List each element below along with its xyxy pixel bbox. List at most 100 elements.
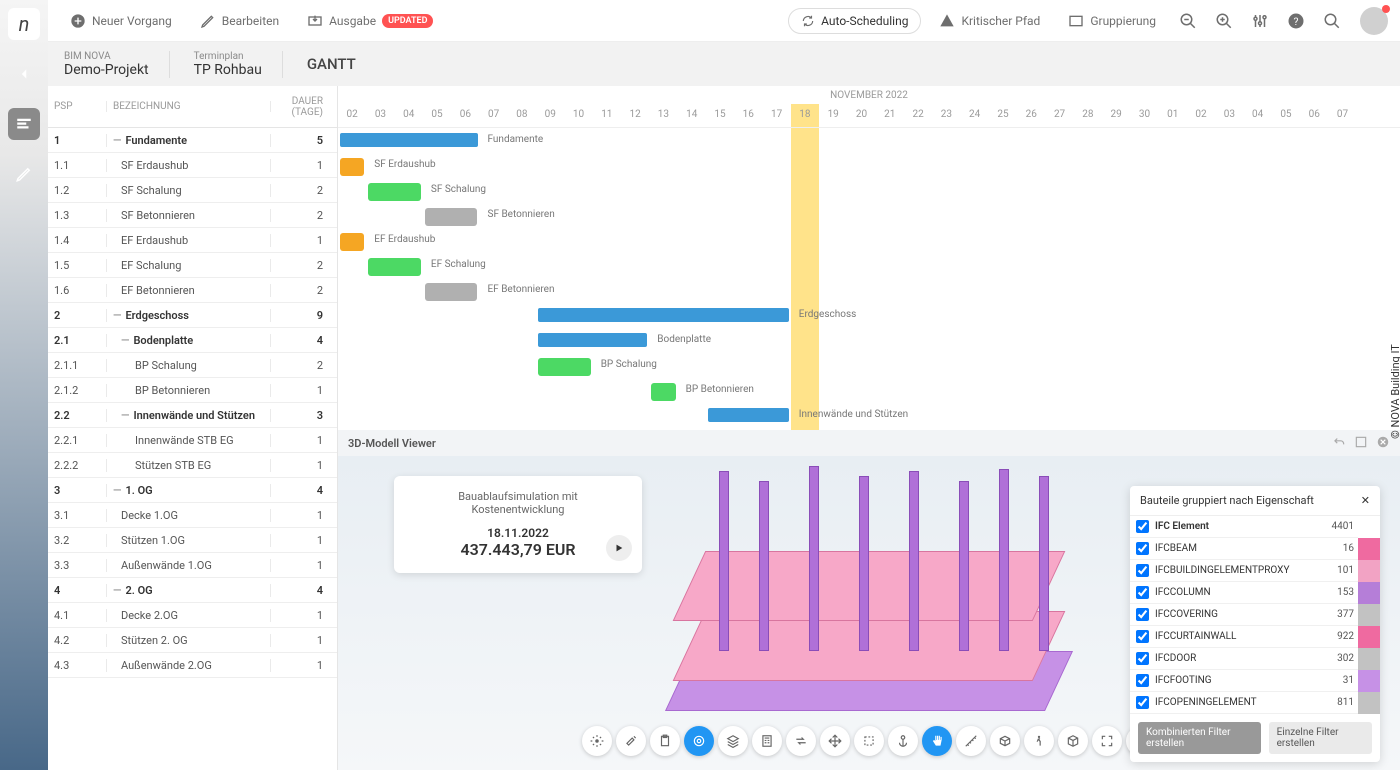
nav-edit[interactable] [8, 158, 40, 190]
app-logo[interactable]: n [8, 8, 40, 40]
help-icon[interactable]: ? [1282, 7, 1310, 35]
table-row[interactable]: 1—Fundamente5 [48, 128, 337, 153]
ifc-row[interactable]: IFCCOLUMN153 [1130, 582, 1380, 604]
zoom-out-icon[interactable] [1174, 7, 1202, 35]
table-row[interactable]: 3.3Außenwände 1.OG1 [48, 553, 337, 578]
gantt-bar[interactable] [368, 183, 421, 201]
nav-gantt[interactable] [8, 108, 40, 140]
ifc-row[interactable]: IFCCOVERING377 [1130, 604, 1380, 626]
table-row[interactable]: 3—1. OG4 [48, 478, 337, 503]
gantt-bar[interactable] [368, 258, 421, 276]
viewer-expand-icon[interactable] [1346, 435, 1368, 452]
settings-sliders-icon[interactable] [1246, 7, 1274, 35]
vt-hand-icon[interactable] [922, 726, 952, 756]
table-row[interactable]: 3.2Stützen 1.OG1 [48, 528, 337, 553]
table-row[interactable]: 1.2SF Schalung2 [48, 178, 337, 203]
viewer-close-icon[interactable] [1368, 435, 1390, 452]
gantt-chart[interactable]: NOVEMBER 2022 02030405060708091011121314… [338, 86, 1400, 430]
ifc-row[interactable]: IFC Element4401 [1130, 516, 1380, 538]
vt-move-icon[interactable] [820, 726, 850, 756]
ifc-single-filter-button[interactable]: Einzelne Filter erstellen [1269, 722, 1372, 754]
ifc-row[interactable]: IFCDOOR302 [1130, 648, 1380, 670]
ifc-row[interactable]: IFCOPENINGELEMENT811 [1130, 692, 1380, 714]
vt-walk-icon[interactable] [1024, 726, 1054, 756]
table-row[interactable]: 1.5EF Schalung2 [48, 253, 337, 278]
breadcrumb-plan[interactable]: Terminplan TP Rohbau [194, 51, 283, 78]
table-row[interactable]: 1.1SF Erdaushub1 [48, 153, 337, 178]
table-row[interactable]: 4—2. OG4 [48, 578, 337, 603]
table-row[interactable]: 4.2Stützen 2. OG1 [48, 628, 337, 653]
vt-fullscreen-icon[interactable] [1092, 726, 1122, 756]
ifc-checkbox[interactable] [1136, 520, 1149, 533]
vt-section-icon[interactable] [990, 726, 1020, 756]
gantt-bar[interactable] [651, 383, 675, 401]
col-dur-header[interactable]: DAUER (TAGE) [271, 96, 337, 118]
vt-select-icon[interactable] [854, 726, 884, 756]
vt-gear-icon[interactable] [582, 726, 612, 756]
table-row[interactable]: 4.1Decke 2.OG1 [48, 603, 337, 628]
vt-tools-icon[interactable] [616, 726, 646, 756]
gantt-bar[interactable] [425, 283, 478, 301]
search-icon[interactable] [1318, 7, 1346, 35]
table-row[interactable]: 1.6EF Betonnieren2 [48, 278, 337, 303]
vt-cube-icon[interactable] [1058, 726, 1088, 756]
ifc-checkbox[interactable] [1136, 630, 1149, 643]
ifc-checkbox[interactable] [1136, 542, 1149, 555]
gantt-bar[interactable] [708, 408, 789, 422]
ifc-combined-filter-button[interactable]: Kombinierten Filter erstellen [1138, 722, 1261, 754]
vt-layers-icon[interactable] [718, 726, 748, 756]
gantt-bar[interactable] [538, 358, 591, 376]
ifc-checkbox[interactable] [1136, 608, 1149, 621]
zoom-in-icon[interactable] [1210, 7, 1238, 35]
viewer-undo-icon[interactable] [1324, 435, 1346, 452]
gantt-day: 08 [508, 104, 536, 127]
vt-target-icon[interactable] [684, 726, 714, 756]
table-row[interactable]: 3.1Decke 1.OG1 [48, 503, 337, 528]
table-row[interactable]: 2.2.2Stützen STB EG1 [48, 453, 337, 478]
gantt-bar-label: SF Betonnieren [488, 209, 555, 220]
output-button[interactable]: AusgabeUPDATED [297, 7, 443, 35]
ifc-row[interactable]: IFCBEAM16 [1130, 538, 1380, 560]
col-psp-header[interactable]: PSP [48, 101, 106, 112]
table-row[interactable]: 1.4EF Erdaushub1 [48, 228, 337, 253]
ifc-row[interactable]: IFCBUILDINGELEMENTPROXY101 [1130, 560, 1380, 582]
col-name-header[interactable]: BEZEICHNUNG [106, 101, 271, 112]
ifc-row[interactable]: IFCCURTAINWALL922 [1130, 626, 1380, 648]
table-row[interactable]: 2.2—Innenwände und Stützen3 [48, 403, 337, 428]
gantt-bar[interactable] [340, 158, 364, 176]
gantt-bar[interactable] [340, 233, 364, 251]
gantt-bar[interactable] [425, 208, 478, 226]
ifc-row[interactable]: IFCFOOTING31 [1130, 670, 1380, 692]
ifc-checkbox[interactable] [1136, 564, 1149, 577]
edit-button[interactable]: Bearbeiten [190, 7, 289, 35]
vt-anchor-icon[interactable] [888, 726, 918, 756]
vt-calc-icon[interactable] [752, 726, 782, 756]
critical-path-button[interactable]: Kritischer Pfad [929, 7, 1050, 35]
table-row[interactable]: 2.1.2BP Betonnieren1 [48, 378, 337, 403]
table-row[interactable]: 4.3Außenwände 2.OG1 [48, 653, 337, 678]
auto-scheduling-button[interactable]: Auto-Scheduling [788, 8, 921, 34]
gantt-bar[interactable] [340, 133, 478, 147]
ifc-checkbox[interactable] [1136, 586, 1149, 599]
user-avatar[interactable] [1360, 7, 1388, 35]
ifc-checkbox[interactable] [1136, 652, 1149, 665]
ifc-checkbox[interactable] [1136, 674, 1149, 687]
table-row[interactable]: 2.1.1BP Schalung2 [48, 353, 337, 378]
ifc-checkbox[interactable] [1136, 696, 1149, 709]
breadcrumb-org[interactable]: BIM NOVA Demo-Projekt [64, 51, 170, 78]
new-task-button[interactable]: Neuer Vorgang [60, 7, 182, 35]
vt-measure-icon[interactable] [956, 726, 986, 756]
table-row[interactable]: 2.1—Bodenplatte4 [48, 328, 337, 353]
vt-swap-icon[interactable] [786, 726, 816, 756]
gantt-bar[interactable] [538, 333, 647, 347]
nav-back[interactable] [8, 58, 40, 90]
vt-clipboard-icon[interactable] [650, 726, 680, 756]
table-row[interactable]: 1.3SF Betonnieren2 [48, 203, 337, 228]
table-row[interactable]: 2—Erdgeschoss9 [48, 303, 337, 328]
gantt-bar[interactable] [538, 308, 789, 322]
gantt-bar-label: EF Betonnieren [488, 284, 555, 295]
ifc-close-icon[interactable]: ✕ [1361, 494, 1370, 507]
sim-play-button[interactable] [606, 535, 632, 561]
table-row[interactable]: 2.2.1Innenwände STB EG1 [48, 428, 337, 453]
grouping-button[interactable]: Gruppierung [1058, 7, 1166, 35]
